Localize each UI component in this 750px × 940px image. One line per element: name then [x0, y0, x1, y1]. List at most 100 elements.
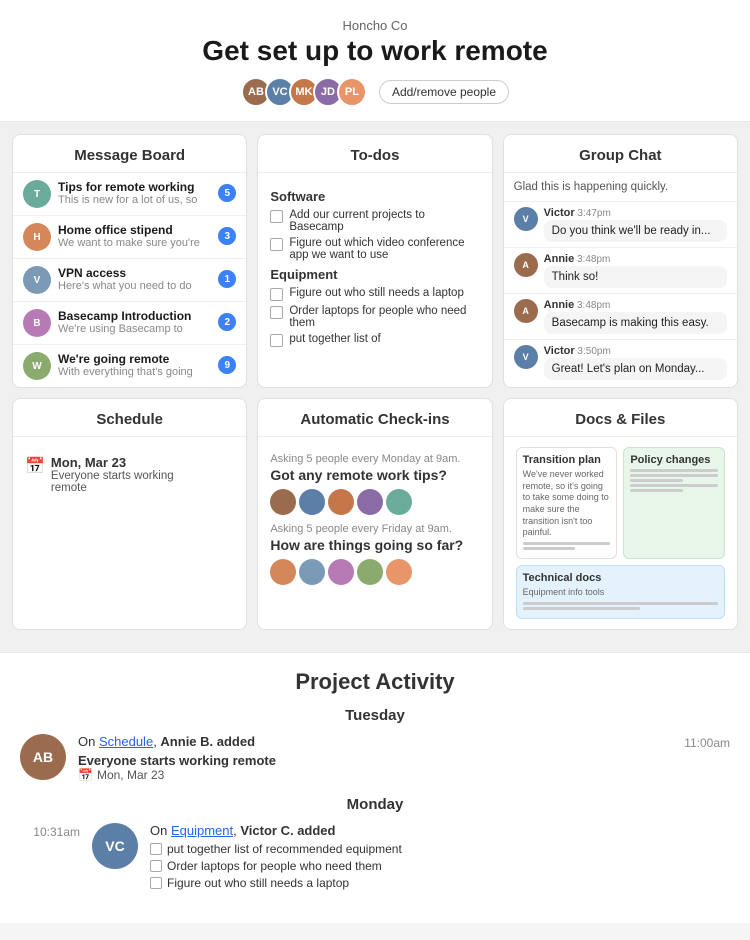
message-preview: We're using Basecamp to [58, 323, 211, 335]
unread-badge: 9 [218, 356, 236, 374]
avatar: V [23, 266, 51, 294]
schedule-link[interactable]: Schedule [99, 734, 153, 749]
todos-content: Software Add our current projects to Bas… [258, 173, 491, 361]
group-chat-title: Group Chat [504, 135, 737, 173]
schedule-desc: Everyone starts workingremote [51, 470, 174, 494]
checkin-avatars [270, 559, 479, 585]
schedule-title: Schedule [13, 399, 246, 437]
todo-item-activity: Figure out who still needs a laptop [150, 876, 730, 890]
main-content: Message Board T Tips for remote working … [0, 122, 750, 652]
avatar: B [23, 309, 51, 337]
chat-message: V Victor 3:50pm Great! Let's plan on Mon… [504, 340, 737, 385]
checkin-question: How are things going so far? [270, 537, 479, 553]
message-preview: This is new for a lot of us, so [58, 194, 211, 206]
activity-body: On Schedule, Annie B. added Everyone sta… [78, 734, 658, 782]
docs-grid: Transition plan We've never worked remot… [516, 447, 725, 619]
chat-message: A Annie 3:48pm Basecamp is making this e… [504, 294, 737, 340]
todo-checkbox[interactable] [270, 238, 283, 251]
doc-body: Equipment info tools [523, 587, 718, 599]
list-item[interactable]: B Basecamp Introduction We're using Base… [13, 302, 246, 345]
add-people-button[interactable]: Add/remove people [379, 80, 509, 104]
docs-files-title: Docs & Files [504, 399, 737, 437]
chat-message: A Annie 3:48pm Think so! [504, 248, 737, 294]
chat-bubble: Basecamp is making this easy. [544, 312, 727, 334]
todo-checkbox[interactable] [270, 210, 283, 223]
doc-line [523, 542, 611, 545]
avatar [299, 559, 325, 585]
message-title: Basecamp Introduction [58, 309, 211, 323]
doc-line [523, 607, 640, 610]
todo-item: Figure out which video conference app we… [270, 237, 479, 261]
todo-label: Order laptops for people who need them [289, 305, 479, 329]
message-board-title: Message Board [13, 135, 246, 173]
chat-first-message: Glad this is happening quickly. [504, 173, 737, 202]
avatar [386, 559, 412, 585]
list-item[interactable]: V VPN access Here's what you need to do … [13, 259, 246, 302]
todo-checkbox[interactable] [150, 877, 162, 889]
todo-item: Figure out who still needs a laptop [270, 287, 479, 301]
message-board-items: T Tips for remote working This is new fo… [13, 173, 246, 387]
activity-event-name: Everyone starts working remote [78, 753, 658, 768]
todo-label: Figure out who still needs a laptop [289, 287, 464, 299]
equipment-link[interactable]: Equipment [171, 823, 233, 838]
schedule-card: Schedule 📅 Mon, Mar 23 Everyone starts w… [12, 398, 247, 630]
message-board-card: Message Board T Tips for remote working … [12, 134, 247, 388]
message-preview: With everything that's going [58, 366, 211, 378]
avatar [299, 489, 325, 515]
activity-section: Project Activity Tuesday AB On Schedule,… [0, 652, 750, 923]
todo-checkbox[interactable] [270, 288, 283, 301]
doc-title: Policy changes [630, 454, 718, 466]
chat-meta: Annie 3:48pm [544, 299, 727, 311]
checkin-item: Asking 5 people every Monday at 9am. Got… [270, 453, 479, 515]
list-item[interactable]: T Tips for remote working This is new fo… [13, 173, 246, 216]
avatar [357, 559, 383, 585]
avatar-group: AB VC MK JD PL [241, 77, 367, 107]
checkin-avatars [270, 489, 479, 515]
chat-meta: Annie 3:48pm [544, 253, 727, 265]
todo-checkbox[interactable] [270, 306, 283, 319]
todo-label: Order laptops for people who need them [167, 859, 382, 873]
docs-files-card: Docs & Files Transition plan We've never… [503, 398, 738, 630]
auto-checkins-title: Automatic Check-ins [258, 399, 491, 437]
page-header: Honcho Co Get set up to work remote AB V… [0, 0, 750, 122]
schedule-event: 📅 Mon, Mar 23 Everyone starts workingrem… [25, 455, 234, 494]
calendar-icon: 📅 [25, 456, 45, 476]
todo-checkbox[interactable] [270, 334, 283, 347]
list-item[interactable]: H Home office stipend We want to make su… [13, 216, 246, 259]
doc-title: Transition plan [523, 454, 611, 466]
doc-item[interactable]: Policy changes [623, 447, 725, 559]
todo-item: Add our current projects to Basecamp [270, 209, 479, 233]
todo-label: put together list of [289, 333, 380, 345]
avatar: VC [92, 823, 138, 869]
unread-badge: 3 [218, 227, 236, 245]
todo-item-activity: put together list of recommended equipme… [150, 842, 730, 856]
doc-line [630, 484, 718, 487]
checkin-ask: Asking 5 people every Monday at 9am. [270, 453, 479, 465]
doc-item[interactable]: Technical docs Equipment info tools [516, 565, 725, 619]
avatar: A [514, 253, 538, 277]
message-title: Home office stipend [58, 223, 211, 237]
message-title: VPN access [58, 266, 211, 280]
todo-label: Figure out who still needs a laptop [167, 876, 349, 890]
calendar-icon: 📅 [78, 768, 93, 782]
checkin-ask: Asking 5 people every Friday at 9am. [270, 523, 479, 535]
list-item[interactable]: W We're going remote With everything tha… [13, 345, 246, 387]
doc-line [630, 469, 718, 472]
header-avatars: AB VC MK JD PL Add/remove people [20, 77, 730, 107]
activity-event-date: 📅 Mon, Mar 23 [78, 768, 658, 782]
doc-line [523, 547, 576, 550]
avatar: T [23, 180, 51, 208]
todo-label: put together list of recommended equipme… [167, 842, 402, 856]
avatar: H [23, 223, 51, 251]
doc-item[interactable]: Transition plan We've never worked remot… [516, 447, 618, 559]
message-title: Tips for remote working [58, 180, 211, 194]
activity-item: 10:31am VC On Equipment, Victor C. added… [20, 823, 730, 893]
unread-badge: 2 [218, 313, 236, 331]
todo-checkbox[interactable] [150, 843, 162, 855]
page-title: Get set up to work remote [20, 35, 730, 67]
todo-checkbox[interactable] [150, 860, 162, 872]
message-preview: Here's what you need to do [58, 280, 211, 292]
avatar: V [514, 345, 538, 369]
activity-item: AB On Schedule, Annie B. added Everyone … [20, 734, 730, 782]
todo-label: Add our current projects to Basecamp [289, 209, 479, 233]
